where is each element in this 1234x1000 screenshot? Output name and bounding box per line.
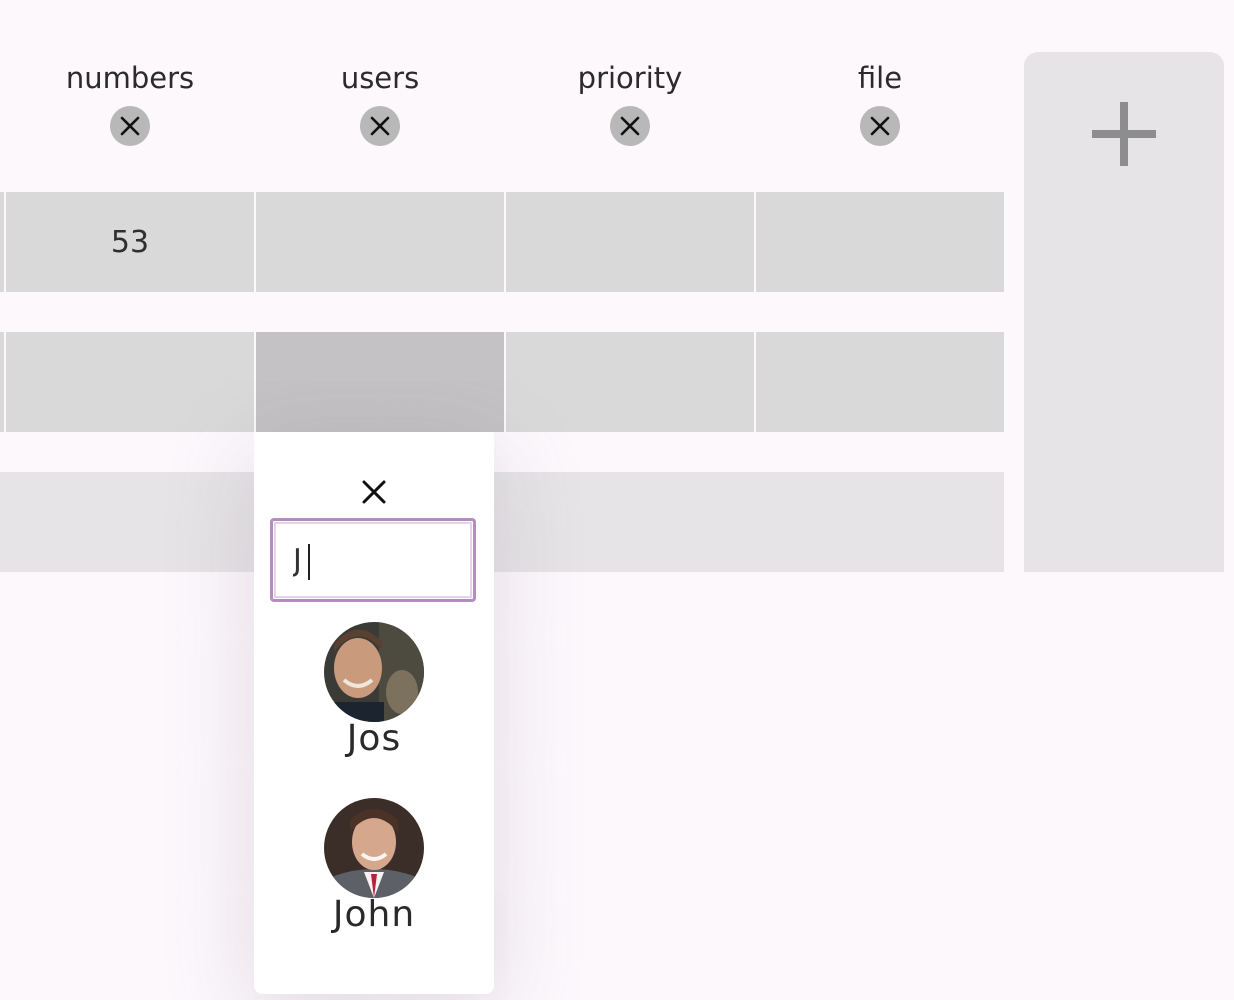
close-icon <box>620 116 640 136</box>
column-header-users: users <box>255 58 505 151</box>
plus-icon <box>1092 102 1156 166</box>
add-column-button[interactable] <box>1024 52 1224 572</box>
table-cell-partial[interactable] <box>0 332 4 432</box>
column-title: file <box>857 61 903 95</box>
add-row-placeholder[interactable] <box>0 472 1004 572</box>
table-cell-partial[interactable] <box>0 192 4 292</box>
table-cell-file[interactable] <box>756 192 1004 292</box>
user-picker-dropdown: Jos John <box>254 432 494 994</box>
table-row: 53 <box>0 192 1004 292</box>
avatar <box>324 622 424 722</box>
column-title: priority <box>577 61 683 95</box>
remove-column-button[interactable] <box>610 106 650 146</box>
table-view: numbers users priority file 53 J Jos Joh… <box>0 0 1234 1000</box>
user-search-input[interactable] <box>270 518 476 602</box>
remove-column-button[interactable] <box>860 106 900 146</box>
user-option-name: John <box>332 894 416 935</box>
table-cell-numbers[interactable]: 53 <box>6 192 254 292</box>
close-icon[interactable] <box>358 476 390 508</box>
column-header-file: file <box>755 58 1005 151</box>
user-option-name: Jos <box>346 718 402 759</box>
table-row <box>0 332 1004 432</box>
table-cell-priority[interactable] <box>506 332 754 432</box>
close-icon <box>120 116 140 136</box>
text-caret <box>308 544 310 580</box>
table-cell-users[interactable] <box>256 192 504 292</box>
column-header-numbers: numbers <box>5 58 255 151</box>
close-icon <box>870 116 890 136</box>
avatar <box>324 798 424 898</box>
table-cell-file[interactable] <box>756 332 1004 432</box>
table-cell-numbers[interactable] <box>6 332 254 432</box>
table-cell-users-active[interactable] <box>256 332 504 432</box>
column-title: numbers <box>65 61 195 95</box>
user-option[interactable]: John <box>254 798 494 935</box>
remove-column-button[interactable] <box>110 106 150 146</box>
column-header-priority: priority <box>505 58 755 151</box>
user-option[interactable]: Jos <box>254 622 494 759</box>
table-cell-priority[interactable] <box>506 192 754 292</box>
column-title: users <box>340 61 420 95</box>
close-icon <box>370 116 390 136</box>
remove-column-button[interactable] <box>360 106 400 146</box>
